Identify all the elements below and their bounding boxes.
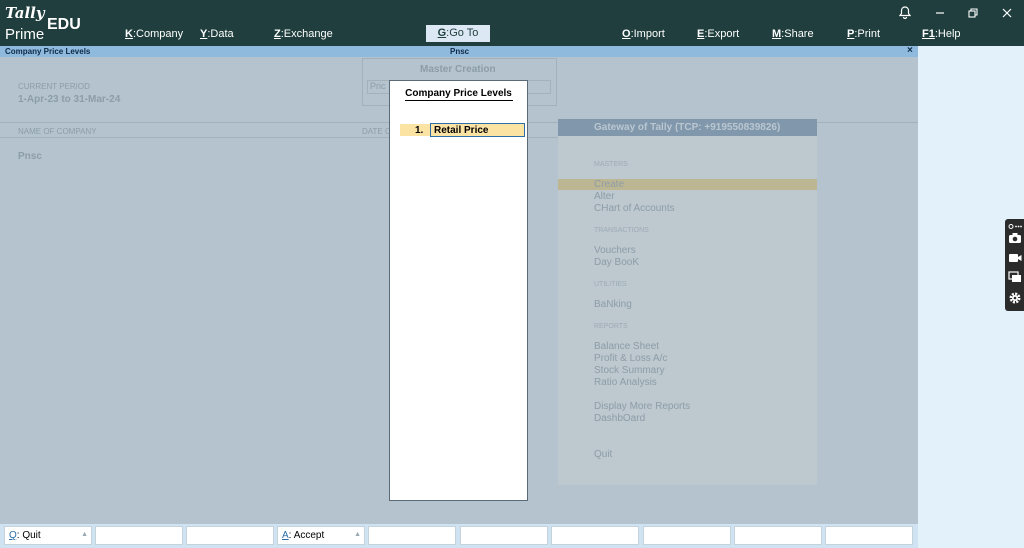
fkey-slot-5[interactable] — [368, 526, 456, 545]
menu-import[interactable]: O:Import — [622, 28, 665, 40]
fkey-slot-7[interactable] — [551, 526, 639, 545]
bell-icon[interactable] — [898, 6, 912, 22]
screen-title: Company Price Levels — [5, 47, 91, 56]
fkey-slot-8[interactable] — [643, 526, 731, 545]
video-icon[interactable] — [1008, 252, 1022, 264]
title-strip: Company Price Levels Pnsc × — [0, 45, 918, 57]
menu-go-to[interactable]: G:Go To — [426, 25, 490, 42]
fkey-quit[interactable]: Q: Quit ▲ — [4, 526, 92, 545]
fkey-accept[interactable]: A: Accept ▲ — [277, 526, 365, 545]
price-level-input[interactable]: Retail Price — [430, 123, 525, 137]
camera-icon[interactable] — [1008, 232, 1022, 244]
fkey-arrow-icon: ▲ — [81, 531, 88, 538]
menu-company[interactable]: K:Company — [125, 28, 183, 40]
fkey-slot-3[interactable] — [186, 526, 274, 545]
menu-exchange[interactable]: Z:Exchange — [274, 28, 333, 40]
modal-title-underline — [405, 100, 513, 101]
row-number: 1. — [415, 125, 424, 136]
logo-tally: Tally — [5, 4, 45, 22]
menu-export[interactable]: E:Export — [697, 28, 739, 40]
close-screen-icon[interactable]: × — [907, 45, 913, 56]
minimize-icon[interactable] — [935, 6, 945, 21]
more-icon[interactable] — [1008, 221, 1022, 229]
screens-icon[interactable] — [1008, 271, 1022, 283]
side-toolbar — [1005, 219, 1024, 311]
fkey-slot-10[interactable] — [825, 526, 913, 545]
price-levels-modal: Company Price Levels 1. Retail Price — [389, 80, 528, 501]
menu-help[interactable]: F1:Help — [922, 28, 961, 40]
fkey-slot-6[interactable] — [460, 526, 548, 545]
menu-share[interactable]: M:Share — [772, 28, 814, 40]
close-icon[interactable] — [1002, 6, 1012, 21]
logo-edu: EDU — [47, 16, 81, 33]
logo-prime: Prime — [5, 26, 45, 43]
fkey-arrow-icon: ▲ — [354, 531, 361, 538]
modal-title: Company Price Levels — [405, 88, 512, 99]
fkey-slot-2[interactable] — [95, 526, 183, 545]
restore-icon[interactable] — [968, 6, 978, 21]
tally-prime-logo: Tally EDU Prime — [5, 4, 85, 43]
fkey-slot-9[interactable] — [734, 526, 822, 545]
gear-icon[interactable] — [1008, 291, 1022, 304]
top-bar: Tally EDU Prime K:Company Y:Data Z:Excha… — [0, 0, 1024, 46]
company-title: Pnsc — [450, 47, 470, 56]
menu-print[interactable]: P:Print — [847, 28, 880, 40]
menu-data[interactable]: Y:Data — [200, 28, 234, 40]
